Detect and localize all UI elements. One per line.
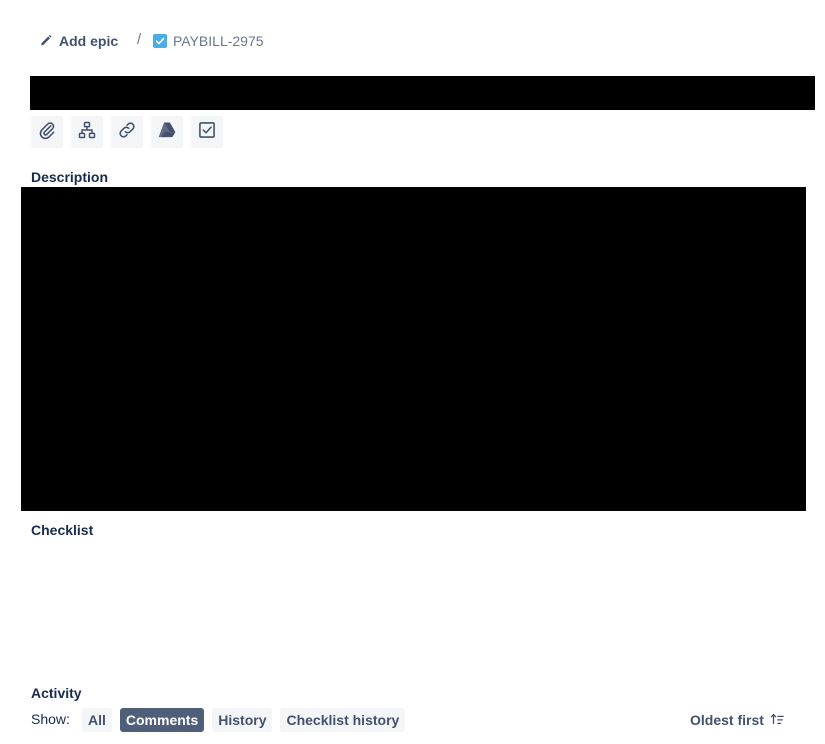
checklist-heading: Checklist bbox=[31, 522, 94, 538]
sort-label: Oldest first bbox=[690, 712, 764, 728]
google-drive-button[interactable] bbox=[151, 116, 183, 148]
link-issue-button[interactable] bbox=[111, 116, 143, 148]
description-heading: Description bbox=[31, 169, 109, 185]
add-checklist-button[interactable] bbox=[191, 116, 223, 148]
filter-all-button[interactable]: All bbox=[82, 708, 112, 732]
add-child-issue-button[interactable] bbox=[71, 116, 103, 148]
sort-order-button[interactable]: Oldest first bbox=[684, 708, 790, 732]
issue-key: PAYBILL-2975 bbox=[173, 33, 264, 49]
add-epic-button[interactable]: Add epic bbox=[33, 29, 124, 53]
issue-summary-redacted[interactable] bbox=[30, 76, 815, 110]
filter-checklist-history-button[interactable]: Checklist history bbox=[280, 708, 406, 732]
breadcrumb-separator: / bbox=[137, 31, 142, 48]
sort-ascending-icon bbox=[770, 712, 784, 729]
paperclip-icon bbox=[37, 120, 57, 145]
show-label: Show: bbox=[31, 711, 70, 727]
attach-button[interactable] bbox=[31, 116, 63, 148]
google-drive-icon bbox=[157, 120, 177, 145]
filter-comments-button[interactable]: Comments bbox=[119, 708, 205, 732]
issue-key-link[interactable]: PAYBILL-2975 bbox=[153, 31, 264, 51]
link-icon bbox=[117, 120, 137, 145]
checklist-icon bbox=[197, 120, 217, 145]
pencil-icon bbox=[39, 33, 53, 50]
description-body-redacted[interactable] bbox=[21, 187, 806, 511]
task-checkbox-icon bbox=[153, 34, 167, 48]
child-issues-icon bbox=[77, 120, 97, 145]
filter-history-button[interactable]: History bbox=[212, 708, 273, 732]
issue-toolbar bbox=[31, 116, 223, 148]
add-epic-label: Add epic bbox=[59, 33, 119, 49]
activity-heading: Activity bbox=[31, 685, 82, 701]
activity-filters: All Comments History Checklist history bbox=[82, 708, 406, 732]
